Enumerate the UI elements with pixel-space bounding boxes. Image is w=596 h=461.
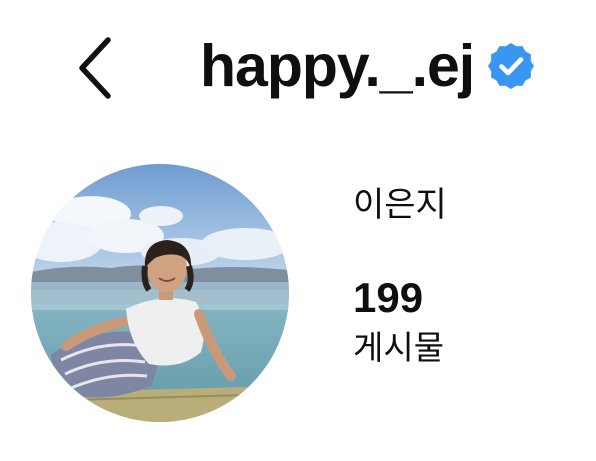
- verified-badge-icon: [488, 43, 535, 89]
- username: happy._.ej: [200, 32, 475, 99]
- chevron-left-icon: [79, 37, 111, 99]
- posts-count: 199: [353, 274, 424, 321]
- avatar[interactable]: [31, 164, 289, 422]
- back-button[interactable]: [70, 34, 122, 102]
- posts-label: 게시물: [353, 328, 445, 367]
- display-name: 이은지: [353, 185, 447, 225]
- profile-header: happy._.ej: [200, 26, 536, 106]
- profile-photo: [31, 164, 289, 422]
- profile-screen: happy._.ej 이은지 199 게시물: [0, 0, 596, 461]
